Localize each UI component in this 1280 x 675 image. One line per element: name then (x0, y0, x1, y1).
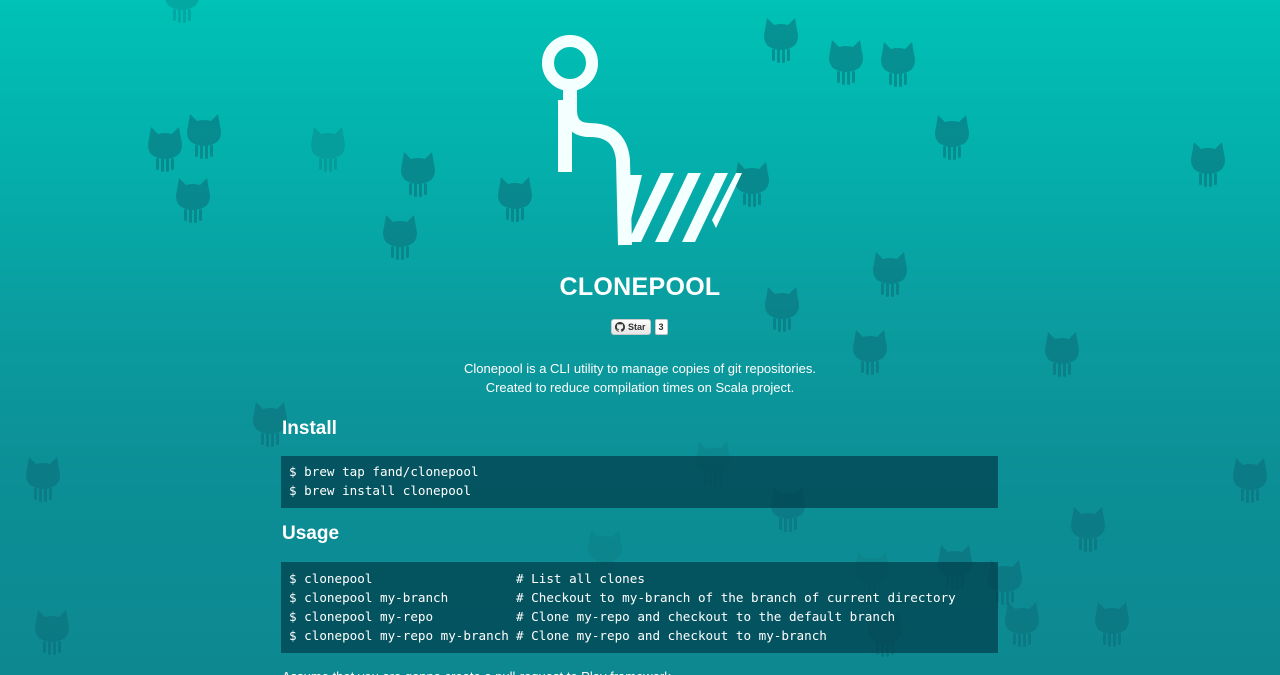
tagline: Clonepool is a CLI utility to manage cop… (0, 359, 1280, 397)
code-line: $ clonepool # List all clones (289, 569, 990, 588)
tagline-line: Clonepool is a CLI utility to manage cop… (464, 361, 816, 376)
clonepool-logo (542, 35, 742, 246)
octocat-icon (498, 177, 532, 222)
github-star-widget: Star 3 (611, 319, 668, 335)
code-command: $ clonepool my-branch (289, 590, 449, 605)
code-line: $ brew tap fand/clonepool (289, 464, 479, 479)
code-comment: # Clone my-repo and checkout to my-branc… (516, 628, 827, 643)
install-code-block: $ brew tap fand/clonepool $ brew install … (281, 456, 998, 508)
octocat-icon (1071, 507, 1105, 552)
octocat-icon (881, 42, 915, 87)
code-line: $ clonepool my-branch # Checkout to my-br… (289, 588, 990, 607)
code-line: $ clonepool my-repo my-branch # Clone my-… (289, 626, 990, 645)
usage-heading: Usage (282, 523, 340, 544)
octocat-icon (829, 40, 863, 85)
octocat-icon (764, 18, 798, 63)
code-line: $ brew install clonepool (289, 483, 471, 498)
octocat-icon (311, 127, 345, 172)
octocat-icon (1005, 602, 1039, 647)
octocat-icon (176, 178, 210, 223)
octocat-icon (1233, 458, 1267, 503)
code-command: $ clonepool (289, 571, 373, 586)
octocat-icon (1191, 142, 1225, 187)
octocat-icon (1095, 602, 1129, 647)
octocat-icon (187, 114, 221, 159)
github-star-count[interactable]: 3 (654, 319, 668, 335)
github-star-label: Star (628, 322, 646, 332)
install-heading: Install (282, 418, 337, 439)
octocat-icon (35, 610, 69, 655)
usage-code-block: $ clonepool # List all clones $ clonepool … (281, 562, 998, 653)
code-comment: # List all clones (516, 571, 645, 586)
code-comment: # Clone my-repo and checkout to the defa… (516, 609, 896, 624)
body-paragraph: Assume that you are gonna create a pull-… (282, 667, 998, 675)
page-title: CLONEPOOL (559, 273, 721, 301)
code-command: $ clonepool my-repo (289, 609, 434, 624)
github-octocat-icon (615, 322, 625, 332)
main-content: Install $ brew tap fand/clonepool $ brew … (281, 412, 998, 675)
octocat-icon (148, 127, 182, 172)
code-command: $ clonepool my-repo my-branch (289, 628, 509, 643)
octocat-icon (935, 115, 969, 160)
github-star-button[interactable]: Star (611, 319, 651, 335)
octocat-icon (26, 457, 60, 502)
code-comment: # Checkout to my-branch of the branch of… (516, 590, 956, 605)
code-line: $ clonepool my-repo # Clone my-repo and c… (289, 607, 990, 626)
tagline-line: Created to reduce compilation times on S… (485, 380, 795, 395)
octocat-icon (401, 152, 435, 197)
octocat-icon (165, 0, 199, 23)
octocat-icon (383, 215, 417, 260)
